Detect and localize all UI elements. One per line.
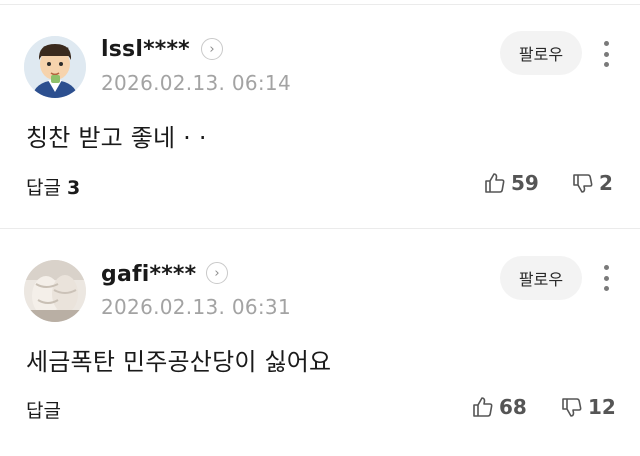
comment-text: 칭찬 받고 좋네 · · xyxy=(26,124,207,152)
chevron-right-icon[interactable]: › xyxy=(201,38,223,60)
cartoon-avatar-image xyxy=(24,36,86,98)
dislike-button[interactable]: 12 xyxy=(560,395,616,419)
comment-username[interactable]: lssl**** xyxy=(101,37,190,62)
avatar[interactable] xyxy=(24,36,86,98)
comment-timestamp: 2026.02.13. 06:31 xyxy=(101,295,291,319)
comment-item: gafi**** › 2026.02.13. 06:31 팔로우 세금폭탄 민주… xyxy=(0,228,640,456)
thumbs-down-icon xyxy=(573,174,593,193)
comment-item: lssl**** › 2026.02.13. 06:14 팔로우 칭찬 받고 좋… xyxy=(0,0,640,228)
follow-button[interactable]: 팔로우 xyxy=(500,31,582,75)
photo-avatar-image xyxy=(24,260,86,322)
reply-button[interactable]: 답글 xyxy=(26,396,61,423)
comment-timestamp: 2026.02.13. 06:14 xyxy=(101,71,291,95)
dislike-button[interactable]: 2 xyxy=(571,171,613,195)
more-vertical-icon[interactable] xyxy=(598,263,614,293)
comment-text: 세금폭탄 민주공산당이 싫어요 xyxy=(26,348,332,376)
thumbs-up-icon xyxy=(485,173,505,193)
thumbs-down-icon xyxy=(562,398,582,417)
comment-username[interactable]: gafi**** xyxy=(101,262,196,287)
avatar[interactable] xyxy=(24,260,86,322)
like-count: 59 xyxy=(511,171,539,195)
like-button[interactable]: 68 xyxy=(471,395,527,419)
thumbs-up-icon xyxy=(473,397,493,417)
follow-button[interactable]: 팔로우 xyxy=(500,256,582,300)
more-vertical-icon[interactable] xyxy=(598,39,614,69)
reply-label: 답글 xyxy=(26,400,61,422)
dislike-count: 12 xyxy=(588,395,616,419)
reply-button[interactable]: 답글 3 xyxy=(26,173,80,200)
reply-label: 답글 xyxy=(26,177,61,199)
dislike-count: 2 xyxy=(599,171,613,195)
like-count: 68 xyxy=(499,395,527,419)
like-button[interactable]: 59 xyxy=(483,171,539,195)
reply-count: 3 xyxy=(67,177,81,199)
chevron-right-icon[interactable]: › xyxy=(206,262,228,284)
